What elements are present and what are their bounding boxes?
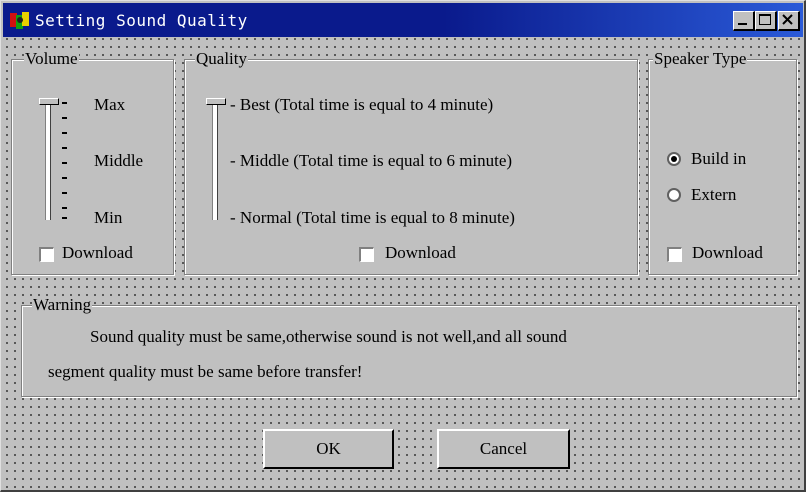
warning-legend: Warning bbox=[32, 295, 93, 314]
quality-slider-track[interactable] bbox=[212, 100, 218, 220]
quality-option-best: - Best (Total time is equal to 4 minute) bbox=[230, 95, 494, 114]
volume-slider-track[interactable] bbox=[45, 100, 51, 220]
quality-option-middle: - Middle (Total time is equal to 6 minut… bbox=[230, 151, 513, 170]
minimize-button[interactable] bbox=[733, 11, 755, 31]
cancel-button[interactable]: Cancel bbox=[437, 429, 570, 469]
volume-tick bbox=[62, 192, 67, 194]
title-bar[interactable]: Setting Sound Quality bbox=[3, 3, 803, 37]
window-title: Setting Sound Quality bbox=[35, 11, 248, 30]
speaker-build-in-radio[interactable] bbox=[667, 152, 681, 166]
radio-selected-dot bbox=[671, 156, 677, 162]
warning-group: Warning Sound quality must be same,other… bbox=[21, 296, 797, 397]
maximize-icon bbox=[759, 14, 771, 25]
close-icon bbox=[782, 14, 793, 25]
volume-min-label: Min bbox=[94, 208, 123, 227]
quality-group: Quality - Best (Total time is equal to 4… bbox=[184, 50, 638, 275]
quality-download-checkbox[interactable] bbox=[359, 247, 374, 262]
volume-tick bbox=[62, 217, 67, 219]
volume-group: Volume Max Middle Min Download bbox=[11, 50, 174, 275]
minimize-icon bbox=[738, 23, 747, 25]
speaker-extern-radio[interactable] bbox=[667, 188, 681, 202]
warning-text-line2: segment quality must be same before tran… bbox=[48, 362, 363, 381]
volume-download-label[interactable]: Download bbox=[62, 244, 133, 262]
speaker-download-label[interactable]: Download bbox=[692, 244, 763, 262]
app-icon bbox=[10, 12, 29, 29]
speaker-download-checkbox[interactable] bbox=[667, 247, 682, 262]
volume-middle-label: Middle bbox=[94, 151, 144, 170]
volume-tick bbox=[62, 147, 67, 149]
quality-legend: Quality bbox=[195, 49, 248, 68]
maximize-button[interactable] bbox=[755, 11, 777, 31]
speaker-type-legend: Speaker Type bbox=[653, 49, 748, 68]
volume-tick bbox=[62, 177, 67, 179]
volume-download-checkbox[interactable] bbox=[39, 247, 54, 262]
speaker-build-in-label[interactable]: Build in bbox=[691, 150, 746, 168]
volume-tick bbox=[62, 207, 67, 209]
volume-tick bbox=[62, 132, 67, 134]
speaker-extern-label[interactable]: Extern bbox=[691, 186, 736, 204]
volume-tick bbox=[62, 102, 67, 104]
volume-tick bbox=[62, 117, 67, 119]
volume-legend: Volume bbox=[24, 49, 79, 68]
ok-button[interactable]: OK bbox=[263, 429, 394, 469]
close-button[interactable] bbox=[778, 11, 800, 31]
sound-quality-dialog: Setting Sound Quality Volume Max Middle … bbox=[0, 0, 806, 492]
quality-download-label[interactable]: Download bbox=[385, 244, 456, 262]
quality-slider-thumb[interactable] bbox=[206, 98, 226, 105]
volume-slider-thumb[interactable] bbox=[39, 98, 59, 105]
speaker-type-group: Speaker Type Build in Extern Download bbox=[648, 50, 797, 275]
warning-text-line1: Sound quality must be same,otherwise sou… bbox=[90, 327, 567, 346]
volume-tick bbox=[62, 162, 67, 164]
quality-option-normal: - Normal (Total time is equal to 8 minut… bbox=[230, 208, 515, 227]
volume-max-label: Max bbox=[94, 95, 126, 114]
